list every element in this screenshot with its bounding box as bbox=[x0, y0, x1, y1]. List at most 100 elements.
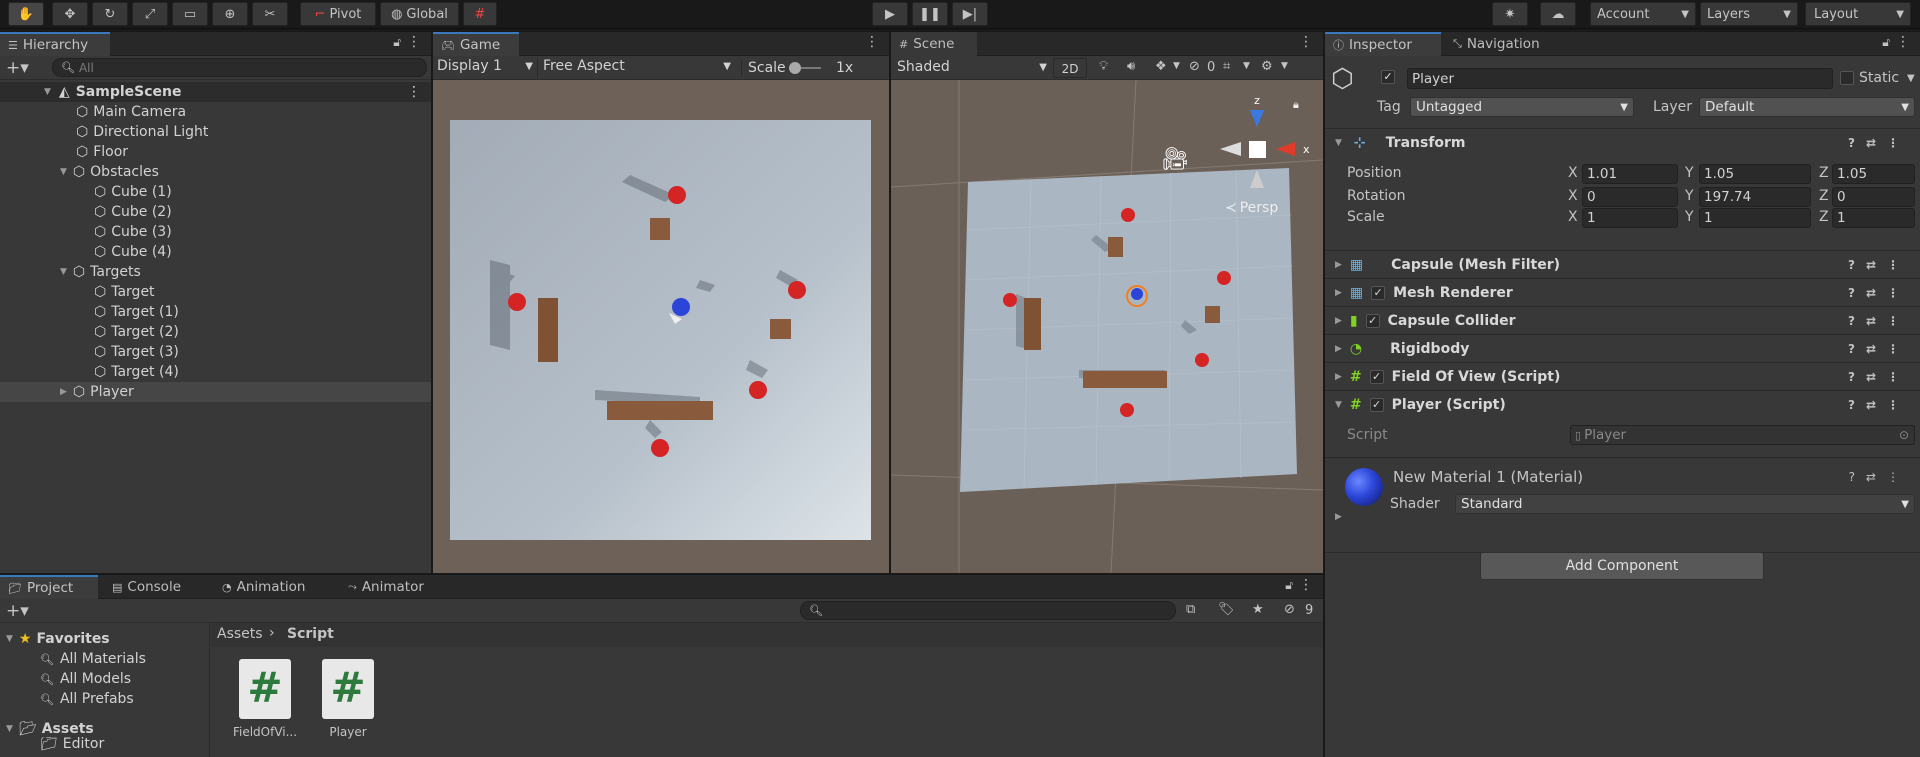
component-capsule-collider[interactable]: ▶ ▮ ✓ Capsule Collider ?⇄⋮ bbox=[1325, 306, 1920, 334]
component-actions[interactable]: ?⇄⋮ bbox=[1848, 342, 1910, 356]
tree-item-target-1[interactable]: ⬡ Target (1) bbox=[0, 302, 431, 322]
hidden-packages-icon[interactable]: ⊘ bbox=[1284, 602, 1295, 617]
aspect-dropdown[interactable]: Free Aspect ▼ bbox=[537, 58, 733, 78]
lock-icon[interactable]: 🔓︎ bbox=[393, 35, 401, 50]
play-button[interactable]: ▶ bbox=[872, 2, 908, 26]
file-item[interactable]: # FieldOfVi... bbox=[225, 655, 305, 755]
favorite-item[interactable]: 🔍︎ All Materials bbox=[0, 649, 209, 669]
position-x-field[interactable]: 1.01 bbox=[1582, 164, 1678, 184]
tree-item-directional-light[interactable]: ⬡ Directional Light bbox=[0, 122, 431, 142]
add-icon[interactable]: +▾ bbox=[6, 601, 29, 621]
account-dropdown[interactable]: Account ▼ bbox=[1590, 2, 1696, 26]
tree-item-targets[interactable]: ▼ ⬡ Targets bbox=[0, 262, 431, 282]
chevron-down-icon[interactable]: ▼ bbox=[1907, 73, 1915, 84]
tab-hierarchy[interactable]: ☰ Hierarchy bbox=[0, 32, 110, 56]
tree-item-main-camera[interactable]: ⬡ Main Camera bbox=[0, 102, 431, 122]
hand-tool-button[interactable]: ✋ bbox=[8, 2, 44, 26]
tab-scene[interactable]: # Scene bbox=[891, 32, 977, 56]
rect-tool-button[interactable]: ▭ bbox=[172, 2, 208, 26]
component-actions[interactable]: ?⇄⋮ bbox=[1848, 398, 1910, 412]
assets-folder-item[interactable]: ▼ 📂︎ Assets bbox=[0, 719, 209, 739]
cloud-button[interactable]: ☁ bbox=[1540, 2, 1576, 26]
component-actions[interactable]: ?⇄⋮ bbox=[1848, 258, 1910, 272]
gizmo-lock-icon[interactable]: 🔒︎ bbox=[1293, 98, 1299, 111]
step-button[interactable]: ▶| bbox=[952, 2, 988, 26]
file-item[interactable]: # Player bbox=[308, 655, 388, 755]
shader-dropdown[interactable]: Standard ▼ bbox=[1455, 494, 1915, 514]
component-player-script[interactable]: ▼ # ✓ Player (Script) ?⇄⋮ bbox=[1325, 390, 1920, 418]
tree-item-target-4[interactable]: ⬡ Target (4) bbox=[0, 362, 431, 382]
component-actions[interactable]: ?⇄⋮ bbox=[1848, 136, 1910, 150]
display-dropdown[interactable]: Display 1 ▼ bbox=[437, 58, 533, 78]
star-icon[interactable]: ★ bbox=[1252, 602, 1264, 617]
position-z-field[interactable]: 1.05 bbox=[1832, 164, 1915, 184]
collapse-arrow-icon[interactable]: ▶ bbox=[1335, 512, 1342, 522]
game-viewport[interactable] bbox=[450, 120, 871, 540]
layers-dropdown[interactable]: Layers ▼ bbox=[1700, 2, 1798, 26]
component-actions[interactable]: ?⇄⋮ bbox=[1848, 370, 1910, 384]
scale-slider[interactable] bbox=[789, 62, 821, 74]
enabled-checkbox[interactable]: ✓ bbox=[1371, 285, 1386, 300]
more-menu-icon[interactable]: ⋮ bbox=[407, 84, 421, 100]
grid-toggle-icon[interactable]: ⌗ bbox=[1223, 59, 1230, 74]
lock-icon[interactable]: 🔓︎ bbox=[1285, 578, 1293, 593]
persp-label[interactable]: ≺ Persp bbox=[1225, 200, 1278, 216]
tab-game[interactable]: 🎮︎ Game bbox=[433, 32, 519, 56]
component-actions[interactable]: ?⇄⋮ bbox=[1848, 286, 1910, 300]
favorite-item[interactable]: 🔍︎ All Prefabs bbox=[0, 689, 209, 709]
more-menu-icon[interactable]: ⋮ bbox=[1299, 34, 1313, 50]
tag-dropdown[interactable]: Untagged ▼ bbox=[1410, 97, 1634, 117]
tree-item-obstacles[interactable]: ▼ ⬡ Obstacles bbox=[0, 162, 431, 182]
rotation-z-field[interactable]: 0 bbox=[1832, 187, 1915, 207]
transform-tool-button[interactable]: ⊕ bbox=[212, 2, 248, 26]
scene-viewport[interactable]: 🎥︎ z x 🔒︎ ≺ Persp bbox=[891, 80, 1323, 573]
tree-item-cube-4[interactable]: ⬡ Cube (4) bbox=[0, 242, 431, 262]
hierarchy-search-input[interactable]: 🔍︎ All bbox=[52, 58, 427, 77]
component-actions[interactable]: ?⇄⋮ bbox=[1848, 314, 1910, 328]
layer-dropdown[interactable]: Default ▼ bbox=[1699, 97, 1915, 117]
chevron-down-icon[interactable]: ▼ bbox=[1281, 61, 1288, 71]
audio-icon[interactable]: 🔊︎ bbox=[1127, 59, 1135, 74]
scale-y-field[interactable]: 1 bbox=[1699, 208, 1811, 228]
tree-item-cube-3[interactable]: ⬡ Cube (3) bbox=[0, 222, 431, 242]
active-checkbox[interactable]: ✓ bbox=[1381, 70, 1395, 84]
effects-icon[interactable]: ❖ bbox=[1155, 59, 1167, 74]
lighting-icon[interactable]: 💡︎ bbox=[1099, 59, 1108, 74]
layout-dropdown[interactable]: Layout ▼ bbox=[1805, 2, 1911, 26]
tree-item-cube-1[interactable]: ⬡ Cube (1) bbox=[0, 182, 431, 202]
tree-item-player[interactable]: ▶ ⬡ Player bbox=[0, 382, 431, 402]
shading-dropdown[interactable]: Shaded ▼ bbox=[897, 59, 1047, 79]
component-rigidbody[interactable]: ▶ ◔ Rigidbody ?⇄⋮ bbox=[1325, 334, 1920, 362]
component-field-of-view[interactable]: ▶ # ✓ Field Of View (Script) ?⇄⋮ bbox=[1325, 362, 1920, 390]
tab-inspector[interactable]: ⓘ Inspector bbox=[1325, 32, 1441, 56]
tree-item-floor[interactable]: ⬡ Floor bbox=[0, 142, 431, 162]
services-button[interactable]: ✷ bbox=[1492, 2, 1528, 26]
scale-tool-button[interactable]: ⤢ bbox=[132, 2, 168, 26]
add-component-button[interactable]: Add Component bbox=[1480, 552, 1764, 580]
chevron-down-icon[interactable]: ▼ bbox=[1243, 61, 1250, 71]
scale-z-field[interactable]: 1 bbox=[1832, 208, 1915, 228]
filter-type-icon[interactable]: ⧉ bbox=[1186, 602, 1195, 617]
label-icon[interactable]: 🏷︎ bbox=[1218, 602, 1235, 617]
pause-button[interactable]: ❚❚ bbox=[912, 2, 948, 26]
grid-snap-button[interactable]: # bbox=[463, 2, 497, 26]
slider-handle[interactable] bbox=[789, 62, 801, 74]
hidden-visibility-icon[interactable]: ⊘ bbox=[1189, 59, 1200, 74]
tree-item-cube-2[interactable]: ⬡ Cube (2) bbox=[0, 202, 431, 222]
pivot-button[interactable]: ⌐ Pivot bbox=[300, 2, 376, 26]
tab-navigation[interactable]: ⤡ Navigation bbox=[1445, 32, 1569, 56]
enabled-checkbox[interactable]: ✓ bbox=[1369, 397, 1384, 412]
tree-item-target[interactable]: ⬡ Target bbox=[0, 282, 431, 302]
more-menu-icon[interactable]: ⋮ bbox=[1896, 34, 1910, 50]
tab-project[interactable]: 📁︎ Project bbox=[0, 575, 98, 599]
component-mesh-renderer[interactable]: ▶ ▦ ✓ Mesh Renderer ?⇄⋮ bbox=[1325, 278, 1920, 306]
move-tool-button[interactable]: ✥ bbox=[52, 2, 88, 26]
more-menu-icon[interactable]: ⋮ bbox=[865, 34, 879, 50]
tree-item-samplescene[interactable]: ▼ ◭ SampleScene ⋮ bbox=[0, 82, 431, 102]
tree-item-target-3[interactable]: ⬡ Target (3) bbox=[0, 342, 431, 362]
gizmos-icon[interactable]: ⚙ bbox=[1261, 59, 1273, 74]
transform-header[interactable]: ▼ ⊹ Transform ?⇄⋮ bbox=[1325, 128, 1920, 156]
favorites-item[interactable]: ▼ ★ Favorites bbox=[0, 629, 209, 649]
chevron-down-icon[interactable]: ▼ bbox=[1173, 61, 1180, 71]
lock-icon[interactable]: 🔓︎ bbox=[1882, 35, 1890, 50]
